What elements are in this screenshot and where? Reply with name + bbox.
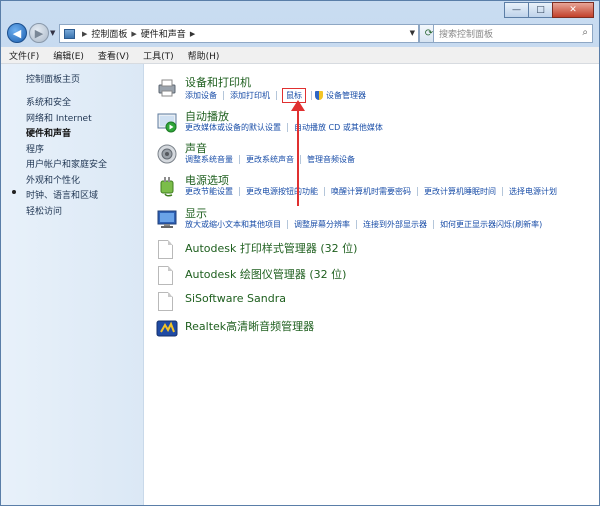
program-title[interactable]: Autodesk 打印样式管理器 (32 位) <box>185 240 357 256</box>
display-icon <box>157 210 177 228</box>
address-bar[interactable]: ▶ 控制面板 ▶ 硬件和声音 ▶ ▼ <box>59 24 419 43</box>
link-divider <box>223 91 224 100</box>
arrow-right-icon: ▶ <box>34 26 44 40</box>
link-divider <box>239 187 240 196</box>
menu-bar: 文件(F) 编辑(E) 查看(V) 工具(T) 帮助(H) <box>1 47 599 64</box>
title-bar: — □ ✕ <box>1 1 599 21</box>
link-autoplay-cd[interactable]: 自动播放 CD 或其他媒体 <box>291 122 386 133</box>
recent-pages-chevron-icon[interactable]: ▼ <box>50 29 55 37</box>
program-title[interactable]: Realtek高清晰音频管理器 <box>185 318 314 334</box>
document-icon <box>158 266 173 285</box>
sidebar-item-user-accounts[interactable]: 用户帐户和家庭安全 <box>26 157 107 170</box>
address-dropdown-icon[interactable]: ▼ <box>410 29 415 37</box>
control-panel-window: — □ ✕ ◀ ▶ ▼ ▶ 控制面板 ▶ 硬件和声音 ▶ ▼ ⟳ 搜索控制面板 … <box>0 0 600 506</box>
search-placeholder: 搜索控制面板 <box>439 30 494 40</box>
link-device-manager[interactable]: 设备管理器 <box>326 90 369 101</box>
link-divider <box>433 220 434 229</box>
refresh-icon: ⟳ <box>424 28 434 39</box>
link-divider <box>356 220 357 229</box>
menu-edit[interactable]: 编辑(E) <box>53 49 84 62</box>
category-links-display: 放大或缩小文本和其他项目 调整屏幕分辨率 连接到外部显示器 如何更正显示器闪烁(… <box>185 219 545 230</box>
search-box[interactable]: 搜索控制面板 ⌕ <box>433 24 593 43</box>
forward-button[interactable]: ▶ <box>29 23 49 43</box>
breadcrumb-separator-icon[interactable]: ▶ <box>82 30 87 38</box>
link-divider <box>417 187 418 196</box>
link-refresh-rate[interactable]: 如何更正显示器闪烁(刷新率) <box>437 219 545 230</box>
close-button[interactable]: ✕ <box>552 2 594 18</box>
breadcrumb-separator-icon[interactable]: ▶ <box>190 30 195 38</box>
minimize-button[interactable]: — <box>504 2 529 18</box>
sidebar-item-programs[interactable]: 程序 <box>26 142 44 155</box>
autoplay-icon <box>157 113 177 133</box>
document-icon <box>158 240 173 259</box>
maximize-button[interactable]: □ <box>528 2 553 18</box>
category-links-sound: 调整系统音量 更改系统声音 管理音频设备 <box>185 154 358 165</box>
sidebar: 控制面板主页 系统和安全 网络和 Internet 硬件和声音 程序 用户帐户和… <box>1 64 144 505</box>
category-links-power-options: 更改节能设置 更改电源按钮的功能 唤醒计算机时需要密码 更改计算机睡眠时间 选择… <box>185 186 560 197</box>
link-sleep-time[interactable]: 更改计算机睡眠时间 <box>421 186 499 197</box>
link-manage-audio-devices[interactable]: 管理音频设备 <box>304 154 358 165</box>
power-icon <box>160 177 174 197</box>
program-title[interactable]: SiSoftware Sandra <box>185 292 286 305</box>
link-divider <box>287 123 288 132</box>
program-title[interactable]: Autodesk 绘图仪管理器 (32 位) <box>185 266 346 282</box>
category-links-autoplay: 更改媒体或设备的默认设置 自动播放 CD 或其他媒体 <box>185 122 386 133</box>
link-divider <box>502 187 503 196</box>
sidebar-item-appearance[interactable]: 外观和个性化 <box>26 173 80 186</box>
link-divider <box>239 155 240 164</box>
breadcrumb-hardware-sound[interactable]: 硬件和声音 <box>141 27 186 40</box>
menu-file[interactable]: 文件(F) <box>9 49 39 62</box>
link-power-saving-settings[interactable]: 更改节能设置 <box>185 186 236 197</box>
speaker-icon <box>157 144 177 164</box>
sidebar-item-network[interactable]: 网络和 Internet <box>26 111 92 124</box>
back-button[interactable]: ◀ <box>7 23 27 43</box>
link-divider <box>276 91 277 100</box>
link-power-button-function[interactable]: 更改电源按钮的功能 <box>243 186 321 197</box>
link-power-plan[interactable]: 选择电源计划 <box>506 186 560 197</box>
arrow-left-icon: ◀ <box>12 26 22 40</box>
search-icon[interactable]: ⌕ <box>582 27 588 38</box>
category-links-devices-printers: 添加设备 添加打印机 鼠标 设备管理器 <box>185 88 369 103</box>
main-content: 设备和打印机 添加设备 添加打印机 鼠标 设备管理器 自动播放 更改媒体或设备的… <box>144 64 599 505</box>
link-screen-resolution[interactable]: 调整屏幕分辨率 <box>291 219 353 230</box>
link-change-media-defaults[interactable]: 更改媒体或设备的默认设置 <box>185 122 284 133</box>
breadcrumb-control-panel[interactable]: 控制面板 <box>91 27 127 40</box>
link-adjust-volume[interactable]: 调整系统音量 <box>185 154 236 165</box>
navigation-bar: ◀ ▶ ▼ ▶ 控制面板 ▶ 硬件和声音 ▶ ▼ ⟳ 搜索控制面板 ⌕ <box>1 21 599 47</box>
sidebar-item-hardware-sound: 硬件和声音 <box>26 129 72 139</box>
control-panel-icon <box>64 28 75 39</box>
link-text-size[interactable]: 放大或缩小文本和其他项目 <box>185 219 284 230</box>
link-wake-password[interactable]: 唤醒计算机时需要密码 <box>328 186 414 197</box>
sidebar-item-ease-of-access[interactable]: 轻松访问 <box>26 204 62 217</box>
current-item-bullet-icon <box>12 190 16 194</box>
realtek-icon <box>156 320 178 337</box>
menu-help[interactable]: 帮助(H) <box>188 49 220 62</box>
link-external-display[interactable]: 连接到外部显示器 <box>360 219 430 230</box>
sidebar-item-clock-region[interactable]: 时钟、语言和区域 <box>26 188 98 201</box>
link-add-device[interactable]: 添加设备 <box>185 90 220 101</box>
link-change-sounds[interactable]: 更改系统声音 <box>243 154 297 165</box>
uac-shield-icon <box>315 91 323 100</box>
document-icon <box>158 292 173 311</box>
link-add-printer[interactable]: 添加打印机 <box>227 90 273 101</box>
menu-view[interactable]: 查看(V) <box>98 49 129 62</box>
link-divider <box>324 187 325 196</box>
menu-tools[interactable]: 工具(T) <box>143 49 174 62</box>
breadcrumb-separator-icon[interactable]: ▶ <box>131 30 136 38</box>
window-controls: — □ ✕ <box>504 2 594 18</box>
sidebar-item-system-security[interactable]: 系统和安全 <box>26 95 71 108</box>
printer-icon <box>158 79 176 97</box>
link-divider <box>287 220 288 229</box>
link-mouse[interactable]: 鼠标 <box>282 88 306 103</box>
link-divider <box>300 155 301 164</box>
sidebar-item-home[interactable]: 控制面板主页 <box>26 72 80 85</box>
link-divider <box>311 91 312 100</box>
